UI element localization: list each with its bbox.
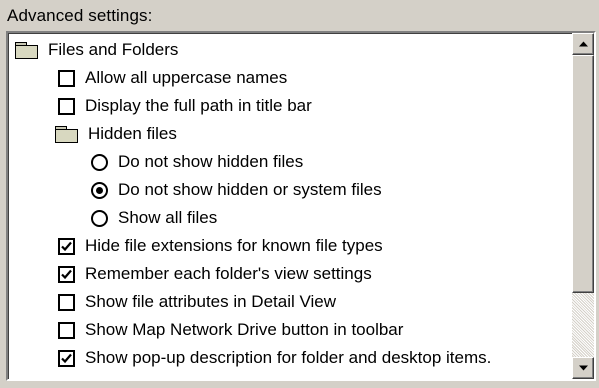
scroll-up-arrow-icon[interactable] — [572, 33, 594, 55]
vertical-scrollbar[interactable] — [572, 33, 594, 379]
setting-label: Show pop-up description for folder and d… — [85, 348, 492, 367]
setting-label: Allow all uppercase names — [85, 68, 288, 87]
setting-do-not-show-hidden-files[interactable]: Do not show hidden files — [91, 148, 303, 176]
checkbox-checked-icon[interactable] — [58, 237, 75, 255]
setting-hide-file-extensions[interactable]: Hide file extensions for known file type… — [58, 232, 383, 260]
checkbox-checked-icon[interactable] — [58, 265, 75, 283]
setting-label: Hide file extensions for known file type… — [85, 236, 383, 255]
folder-icon — [14, 41, 38, 59]
advanced-settings-caption: Advanced settings: — [7, 6, 153, 25]
setting-label: Remember each folder's view settings — [85, 264, 372, 283]
setting-label: Show Map Network Drive button in toolbar — [85, 320, 404, 339]
setting-allow-uppercase-names[interactable]: Allow all uppercase names — [58, 64, 287, 92]
radio-unselected-icon[interactable] — [91, 153, 108, 171]
advanced-settings-list[interactable]: Files and Folders Allow all uppercase na… — [6, 31, 596, 381]
setting-remember-folder-view[interactable]: Remember each folder's view settings — [58, 260, 372, 288]
folder-icon — [54, 125, 78, 143]
setting-show-all-files[interactable]: Show all files — [91, 204, 217, 232]
scroll-down-arrow-icon[interactable] — [572, 357, 594, 379]
radio-selected-icon[interactable] — [91, 181, 108, 199]
setting-label: Do not show hidden or system files — [118, 180, 382, 199]
setting-label: Do not show hidden files — [118, 152, 304, 171]
checkbox-checked-icon[interactable] — [58, 349, 75, 367]
checkbox-unchecked-icon[interactable] — [58, 97, 75, 115]
setting-do-not-show-hidden-or-system-files[interactable]: Do not show hidden or system files — [91, 176, 382, 204]
checkbox-unchecked-icon[interactable] — [58, 69, 75, 87]
setting-label: Display the full path in title bar — [85, 96, 312, 115]
checkbox-unchecked-icon[interactable] — [58, 321, 75, 339]
setting-label: Show file attributes in Detail View — [85, 292, 337, 311]
scrollbar-thumb[interactable] — [572, 55, 594, 293]
checkbox-unchecked-icon[interactable] — [58, 293, 75, 311]
radio-unselected-icon[interactable] — [91, 209, 108, 227]
tree-folder-hidden-files: Hidden files — [54, 120, 177, 148]
tree-item-label: Files and Folders — [48, 40, 179, 59]
tree-folder-files-and-folders: Files and Folders — [14, 36, 178, 64]
setting-show-file-attributes[interactable]: Show file attributes in Detail View — [58, 288, 336, 316]
setting-display-full-path[interactable]: Display the full path in title bar — [58, 92, 312, 120]
setting-show-popup-description[interactable]: Show pop-up description for folder and d… — [58, 344, 491, 372]
setting-show-map-network-drive[interactable]: Show Map Network Drive button in toolbar — [58, 316, 403, 344]
tree-item-label: Hidden files — [88, 124, 177, 143]
settings-tree: Files and Folders Allow all uppercase na… — [8, 33, 570, 379]
setting-label: Show all files — [118, 208, 218, 227]
